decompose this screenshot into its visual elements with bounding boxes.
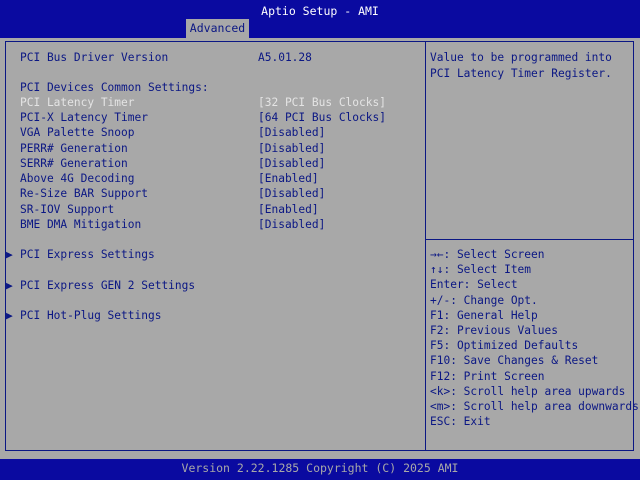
setting-label: VGA Palette Snoop — [20, 126, 135, 139]
help-line: PCI Latency Timer Register. — [430, 66, 612, 80]
driver-version-value: A5.01.28 — [258, 51, 312, 64]
setting-label: SERR# Generation — [20, 157, 128, 170]
driver-version-label: PCI Bus Driver Version — [20, 51, 169, 64]
panel-divider-vertical — [425, 41, 426, 451]
setting-value[interactable]: [Disabled] — [258, 156, 325, 171]
key-optimized-defaults: F5: Optimized Defaults — [430, 339, 579, 353]
key-previous-values: F2: Previous Values — [430, 323, 558, 337]
submenu-pci-express-gen2-settings[interactable]: ▶ PCI Express GEN 2 Settings — [6, 278, 195, 293]
help-divider-horizontal — [426, 239, 634, 240]
key-scroll-down: <m>: Scroll help area downwards — [430, 399, 639, 413]
submenu-label: PCI Express Settings — [20, 248, 155, 261]
setting-label: BME DMA Mitigation — [20, 218, 142, 231]
submenu-pci-hot-plug-settings[interactable]: ▶ PCI Hot-Plug Settings — [6, 308, 161, 323]
setting-value[interactable]: [Enabled] — [258, 171, 319, 186]
key-general-help: F1: General Help — [430, 308, 538, 322]
setting-value[interactable]: [64 PCI Bus Clocks] — [258, 110, 386, 125]
key-scroll-up: <k>: Scroll help area upwards — [430, 384, 626, 398]
section-heading: PCI Devices Common Settings: — [20, 81, 209, 94]
app-title: Aptio Setup - AMI — [261, 4, 379, 18]
setting-value[interactable]: [Disabled] — [258, 125, 325, 140]
key-legend: →←: Select Screen ↑↓: Select Item Enter:… — [430, 247, 639, 429]
setting-label: PCI-X Latency Timer — [20, 111, 148, 124]
key-select-screen: →←: Select Screen — [430, 248, 545, 261]
setting-value[interactable]: [Enabled] — [258, 202, 319, 217]
submenu-label: PCI Hot-Plug Settings — [20, 309, 162, 322]
help-text: Value to be programmed into PCI Latency … — [430, 50, 630, 81]
tab-advanced[interactable]: Advanced — [186, 19, 249, 38]
key-exit: ESC: Exit — [430, 415, 491, 429]
setting-value[interactable]: [32 PCI Bus Clocks] — [258, 95, 386, 110]
title-bar: Aptio Setup - AMI Advanced — [0, 0, 640, 38]
setting-value[interactable]: [Disabled] — [258, 186, 325, 201]
submenu-arrow-icon: ▶ — [6, 248, 13, 261]
key-change-opt: +/-: Change Opt. — [430, 293, 538, 307]
setting-label: Above 4G Decoding — [20, 172, 135, 185]
help-line: Value to be programmed into — [430, 51, 612, 64]
submenu-label: PCI Express GEN 2 Settings — [20, 279, 196, 292]
setting-value[interactable]: [Disabled] — [258, 217, 325, 232]
submenu-pci-express-settings[interactable]: ▶ PCI Express Settings — [6, 247, 155, 262]
setting-label: SR-IOV Support — [20, 203, 115, 216]
setting-label: Re-Size BAR Support — [20, 187, 148, 200]
footer-version: Version 2.22.1285 Copyright (C) 2025 AMI — [0, 459, 640, 480]
submenu-arrow-icon: ▶ — [6, 279, 13, 292]
key-print-screen: F12: Print Screen — [430, 369, 545, 383]
key-enter-select: Enter: Select — [430, 278, 518, 292]
submenu-arrow-icon: ▶ — [6, 309, 13, 322]
key-save-reset: F10: Save Changes & Reset — [430, 354, 599, 368]
setting-label: PCI Latency Timer — [20, 96, 135, 109]
setting-value[interactable]: [Disabled] — [258, 141, 325, 156]
setting-label: PERR# Generation — [20, 142, 128, 155]
key-select-item: ↑↓: Select Item — [430, 263, 532, 277]
